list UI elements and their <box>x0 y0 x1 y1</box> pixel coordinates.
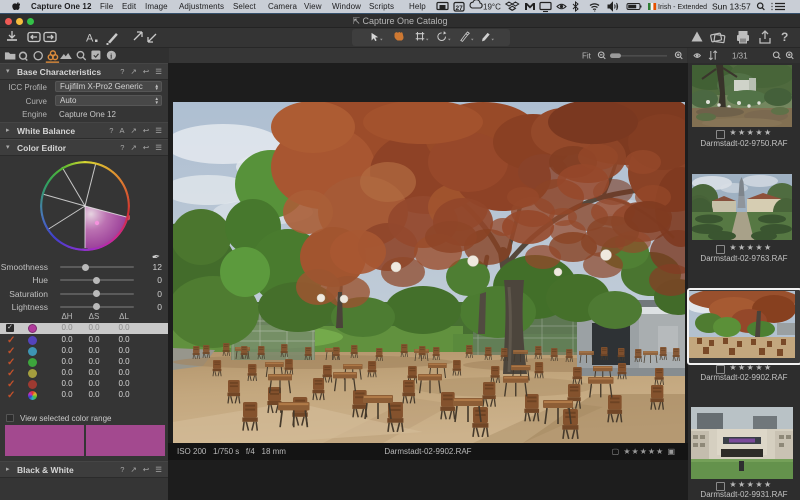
svg-text:i: i <box>110 51 112 60</box>
svg-text:27: 27 <box>456 5 464 12</box>
svg-text:Irish - Extended: Irish - Extended <box>658 4 707 11</box>
svg-text:Sun 13:57: Sun 13:57 <box>712 2 751 12</box>
svg-text:1/31: 1/31 <box>732 52 748 61</box>
svg-text:?: ? <box>781 30 788 44</box>
svg-text:A: A <box>86 33 94 45</box>
svg-text:Fit: Fit <box>582 52 592 61</box>
svg-text:19°C: 19°C <box>483 3 501 12</box>
